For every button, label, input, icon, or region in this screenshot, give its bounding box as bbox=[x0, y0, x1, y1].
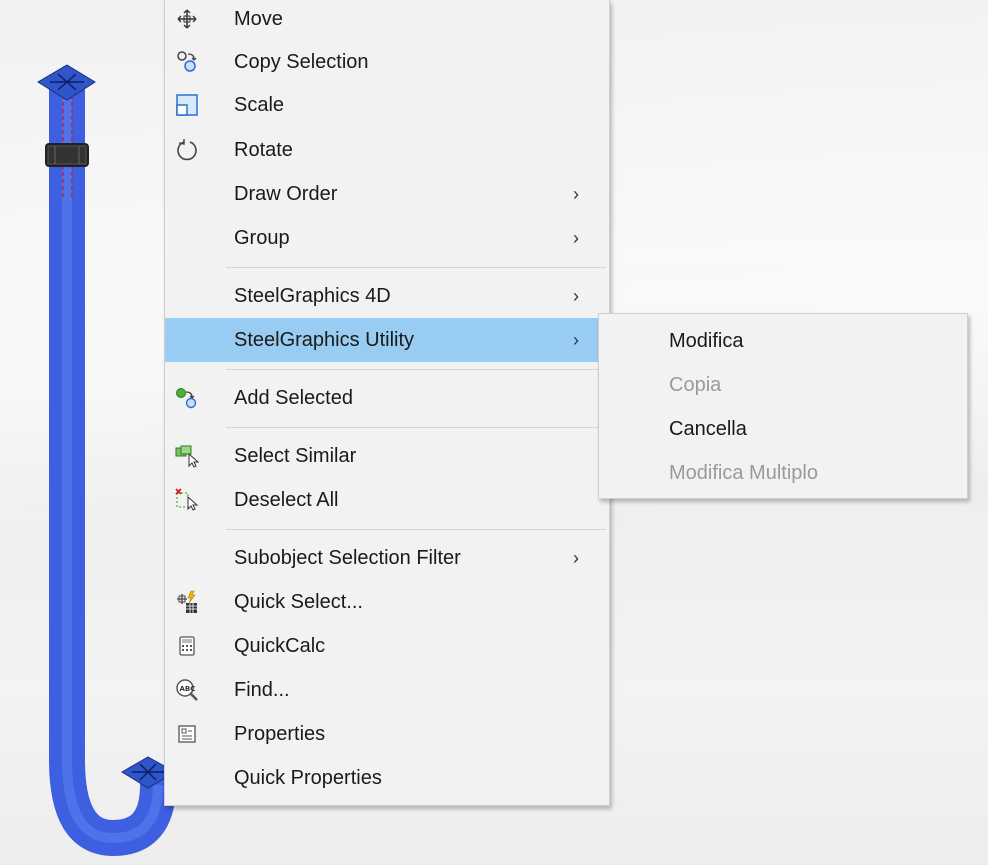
scale-icon bbox=[175, 93, 199, 117]
add-selected-icon bbox=[175, 386, 199, 410]
menu-item-label: Deselect All bbox=[234, 488, 339, 511]
menu-item-steelgraphics-utility[interactable]: SteelGraphics Utility › bbox=[165, 318, 609, 362]
submenu-item-cancella[interactable]: Cancella bbox=[599, 407, 967, 451]
menu-item-label: Copy Selection bbox=[234, 50, 369, 73]
menu-item-label: QuickCalc bbox=[234, 634, 326, 657]
menu-item-copy-selection[interactable]: Copy Selection bbox=[165, 40, 609, 84]
menu-item-draw-order[interactable]: Draw Order › bbox=[165, 172, 609, 216]
pipe-coupling[interactable] bbox=[45, 143, 89, 167]
context-menu: Move Copy Selection Scale Rotate Draw Or… bbox=[164, 0, 610, 806]
copy-selection-icon bbox=[175, 50, 199, 74]
menu-item-label: SteelGraphics 4D bbox=[234, 284, 391, 307]
quick-select-icon bbox=[175, 590, 199, 614]
menu-separator bbox=[226, 369, 606, 370]
menu-item-steelgraphics-4d[interactable]: SteelGraphics 4D › bbox=[165, 274, 609, 318]
menu-item-select-similar[interactable]: Select Similar bbox=[165, 434, 609, 478]
move-icon bbox=[175, 7, 199, 31]
menu-item-label: Rotate bbox=[234, 138, 293, 161]
menu-item-properties[interactable]: Properties bbox=[165, 712, 609, 756]
pipe-flange-top[interactable] bbox=[37, 64, 96, 101]
menu-separator bbox=[226, 427, 606, 428]
menu-item-label: Draw Order bbox=[234, 182, 338, 205]
menu-item-label: Move bbox=[234, 7, 283, 30]
submenu-item-label: Copia bbox=[669, 373, 722, 396]
menu-item-label: Group bbox=[234, 226, 290, 249]
menu-item-scale[interactable]: Scale bbox=[165, 83, 609, 127]
menu-item-label: Quick Properties bbox=[234, 766, 382, 789]
menu-item-add-selected[interactable]: Add Selected bbox=[165, 376, 609, 420]
submenu-item-copia: Copia bbox=[599, 363, 967, 407]
menu-item-label: SteelGraphics Utility bbox=[234, 328, 415, 351]
menu-item-deselect-all[interactable]: Deselect All bbox=[165, 478, 609, 522]
menu-item-find[interactable]: ABC Find... bbox=[165, 668, 609, 712]
menu-separator bbox=[226, 529, 606, 530]
menu-item-label: Select Similar bbox=[234, 444, 357, 467]
menu-item-label: Find... bbox=[234, 678, 290, 701]
menu-item-quick-properties[interactable]: Quick Properties bbox=[165, 756, 609, 800]
submenu-arrow-icon: › bbox=[573, 183, 579, 204]
menu-item-move[interactable]: Move bbox=[165, 0, 609, 41]
submenu-arrow-icon: › bbox=[573, 285, 579, 306]
menu-item-label: Add Selected bbox=[234, 386, 353, 409]
menu-item-rotate[interactable]: Rotate bbox=[165, 128, 609, 172]
steelgraphics-utility-submenu: Modifica Copia Cancella Modifica Multipl… bbox=[598, 313, 968, 499]
submenu-item-label: Modifica Multiplo bbox=[669, 461, 818, 484]
submenu-item-modifica[interactable]: Modifica bbox=[599, 319, 967, 363]
menu-item-group[interactable]: Group › bbox=[165, 216, 609, 260]
menu-item-subobject-selection-filter[interactable]: Subobject Selection Filter › bbox=[165, 536, 609, 580]
find-text-icon: ABC bbox=[175, 678, 199, 702]
submenu-item-label: Modifica bbox=[669, 329, 744, 352]
select-similar-icon bbox=[175, 444, 199, 468]
properties-icon bbox=[175, 722, 199, 746]
submenu-arrow-icon: › bbox=[573, 329, 579, 350]
menu-separator bbox=[226, 267, 606, 268]
menu-item-label: Quick Select... bbox=[234, 590, 363, 613]
deselect-all-icon bbox=[175, 488, 199, 512]
menu-item-label: Properties bbox=[234, 722, 326, 745]
submenu-arrow-icon: › bbox=[573, 547, 579, 568]
submenu-item-label: Cancella bbox=[669, 417, 747, 440]
rotate-icon bbox=[175, 138, 199, 162]
svg-text:ABC: ABC bbox=[180, 685, 196, 693]
menu-item-quickcalc[interactable]: QuickCalc bbox=[165, 624, 609, 668]
pipe-object[interactable] bbox=[49, 85, 176, 857]
menu-item-label: Subobject Selection Filter bbox=[234, 546, 461, 569]
submenu-arrow-icon: › bbox=[573, 227, 579, 248]
calculator-icon bbox=[175, 634, 199, 658]
menu-item-label: Scale bbox=[234, 93, 285, 116]
menu-item-quick-select[interactable]: Quick Select... bbox=[165, 580, 609, 624]
submenu-item-modifica-multiplo: Modifica Multiplo bbox=[599, 451, 967, 495]
